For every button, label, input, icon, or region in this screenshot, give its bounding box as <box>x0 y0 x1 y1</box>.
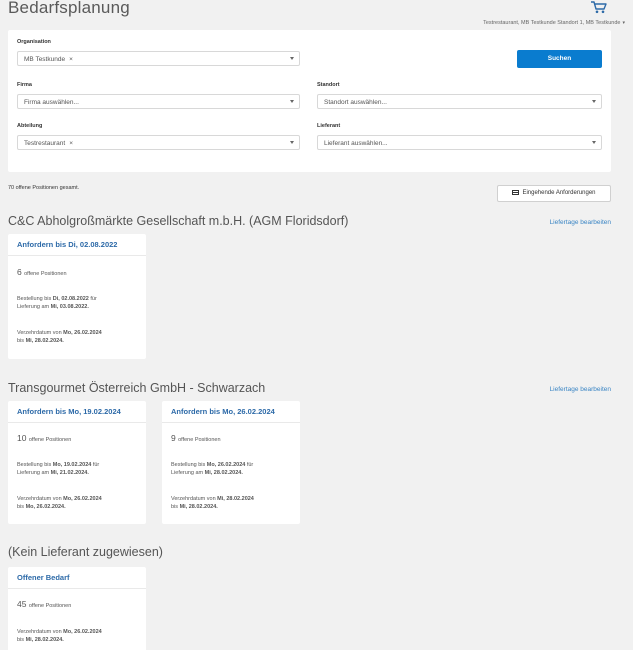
card-title[interactable]: Anfordern bis Mo, 19.02.2024 <box>8 401 146 423</box>
total-open-positions: 70 offene Positionen gesamt. <box>8 185 80 191</box>
chevron-down-icon <box>290 141 294 144</box>
chevron-down-icon: ▾ <box>622 20 625 26</box>
chevron-down-icon <box>592 100 596 103</box>
edit-delivery-days-link[interactable]: Liefertage bearbeiten <box>550 219 611 226</box>
organisation-select[interactable]: MB Testkunde × <box>17 51 300 66</box>
organisation-label: Organisation <box>17 39 51 45</box>
incoming-requests-button[interactable]: Eingehende Anforderungen <box>497 185 611 202</box>
card-title[interactable]: Anfordern bis Di, 02.08.2022 <box>8 234 146 256</box>
open-positions-count: 10 offene Positionen <box>17 433 72 443</box>
card-title[interactable]: Anfordern bis Mo, 26.02.2024 <box>162 401 300 423</box>
consumption-info: Verzehrdatum von Mo, 26.02.2024 bis Mo, … <box>17 496 102 510</box>
firma-placeholder: Firma auswählen... <box>24 98 79 106</box>
open-positions-count: 9 offene Positionen <box>171 433 221 443</box>
clear-abteilung-icon[interactable]: × <box>69 140 73 147</box>
supplier-title: (Kein Lieferant zugewiesen) <box>8 545 163 559</box>
order-info: Bestellung bis Mo, 19.02.2024 für Liefer… <box>17 462 100 476</box>
requirement-card[interactable]: Offener Bedarf 45 offene Positionen Verz… <box>8 567 146 650</box>
inbox-icon <box>512 189 520 195</box>
user-label: Testrestaurant, MB Testkunde Standort 1,… <box>483 20 621 26</box>
abteilung-label: Abteilung <box>17 123 43 129</box>
user-menu[interactable]: Testrestaurant, MB Testkunde Standort 1,… <box>483 20 625 26</box>
order-info: Bestellung bis Di, 02.08.2022 für Liefer… <box>17 296 97 310</box>
consumption-info: Verzehrdatum von Mo, 26.02.2024 bis Mi, … <box>17 629 102 643</box>
organisation-value: MB Testkunde <box>24 55 66 63</box>
open-positions-count: 6 offene Positionen <box>17 267 67 277</box>
abteilung-select[interactable]: Testrestaurant × <box>17 135 300 150</box>
standort-label: Standort <box>317 82 340 88</box>
filter-panel: Organisation MB Testkunde × Suchen Firma … <box>8 30 611 172</box>
page-title: Bedarfsplanung <box>8 0 130 17</box>
clear-organisation-icon[interactable]: × <box>69 56 73 63</box>
edit-delivery-days-link[interactable]: Liefertage bearbeiten <box>550 386 611 393</box>
open-positions-count: 45 offene Positionen <box>17 599 72 609</box>
chevron-down-icon <box>290 57 294 60</box>
requirement-card[interactable]: Anfordern bis Mo, 26.02.2024 9 offene Po… <box>162 401 300 524</box>
chevron-down-icon <box>290 100 294 103</box>
shopping-cart-icon[interactable] <box>590 0 608 14</box>
incoming-requests-label: Eingehende Anforderungen <box>522 190 596 196</box>
standort-placeholder: Standort auswählen... <box>324 98 387 106</box>
lieferant-select[interactable]: Lieferant auswählen... <box>317 135 602 150</box>
supplier-title: Transgourmet Österreich GmbH - Schwarzac… <box>8 381 266 395</box>
consumption-info: Verzehrdatum von Mi, 28.02.2024 bis Mi, … <box>171 496 254 510</box>
consumption-info: Verzehrdatum von Mo, 26.02.2024 bis Mi, … <box>17 330 102 344</box>
lieferant-label: Lieferant <box>317 123 341 129</box>
firma-label: Firma <box>17 82 32 88</box>
firma-select[interactable]: Firma auswählen... <box>17 94 300 109</box>
lieferant-placeholder: Lieferant auswählen... <box>324 139 388 147</box>
requirement-card[interactable]: Anfordern bis Di, 02.08.2022 6 offene Po… <box>8 234 146 359</box>
search-button[interactable]: Suchen <box>517 50 602 68</box>
order-info: Bestellung bis Mo, 26.02.2024 für Liefer… <box>171 462 254 476</box>
standort-select[interactable]: Standort auswählen... <box>317 94 602 109</box>
chevron-down-icon <box>592 141 596 144</box>
requirement-card[interactable]: Anfordern bis Mo, 19.02.2024 10 offene P… <box>8 401 146 524</box>
supplier-title: C&C Abholgroßmärkte Gesellschaft m.b.H. … <box>8 214 349 228</box>
abteilung-value: Testrestaurant <box>24 139 66 147</box>
card-title[interactable]: Offener Bedarf <box>8 567 146 589</box>
